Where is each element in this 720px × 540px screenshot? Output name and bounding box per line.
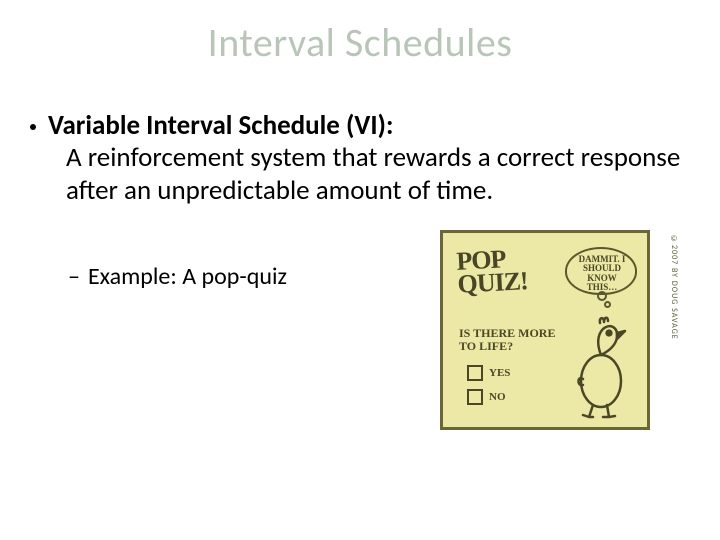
thought-bubble-tail2-icon — [604, 301, 611, 308]
option-yes-label: YES — [489, 367, 510, 379]
cartoon-question: IS THERE MORE TO LIFE? — [459, 327, 555, 353]
body-text: Variable Interval Schedule (VI): A reinf… — [30, 110, 690, 207]
thought-bubble: DAMMIT. I SHOULD KNOW THIS… — [565, 247, 637, 295]
bullet-dash-icon: – — [68, 262, 80, 291]
cartoon-headline: POP QUIZ! — [456, 247, 528, 296]
option-yes-row: YES — [467, 365, 510, 381]
example-text: Example: A pop-quiz — [88, 262, 287, 291]
checkbox-icon — [467, 389, 483, 405]
headline-line2: QUIZ! — [457, 270, 528, 297]
option-no-label: NO — [489, 391, 506, 403]
bullet-text: Variable Interval Schedule (VI): A reinf… — [48, 110, 690, 207]
cartoon-figure: POP QUIZ! DAMMIT. I SHOULD KNOW THIS… IS… — [440, 230, 665, 440]
bullet-level2: – Example: A pop-quiz — [68, 262, 287, 291]
slide: Interval Schedules Variable Interval Sch… — [0, 0, 720, 540]
chicken-drawing-icon — [563, 309, 635, 419]
bullet-level1: Variable Interval Schedule (VI): A reinf… — [30, 110, 690, 207]
bullet-dot-icon — [30, 124, 36, 130]
thought-bubble-tail-icon — [597, 291, 607, 301]
sticky-note: POP QUIZ! DAMMIT. I SHOULD KNOW THIS… IS… — [440, 230, 650, 430]
checkbox-icon — [467, 365, 483, 381]
cartoon-attribution: ©2007 BY DOUG SAVAGE — [667, 234, 679, 430]
question-line2: TO LIFE? — [459, 340, 555, 353]
option-no-row: NO — [467, 389, 506, 405]
term: Variable Interval Schedule (VI): — [48, 109, 393, 142]
term-description: A reinforcement system that rewards a co… — [66, 142, 690, 207]
slide-title: Interval Schedules — [0, 18, 720, 67]
